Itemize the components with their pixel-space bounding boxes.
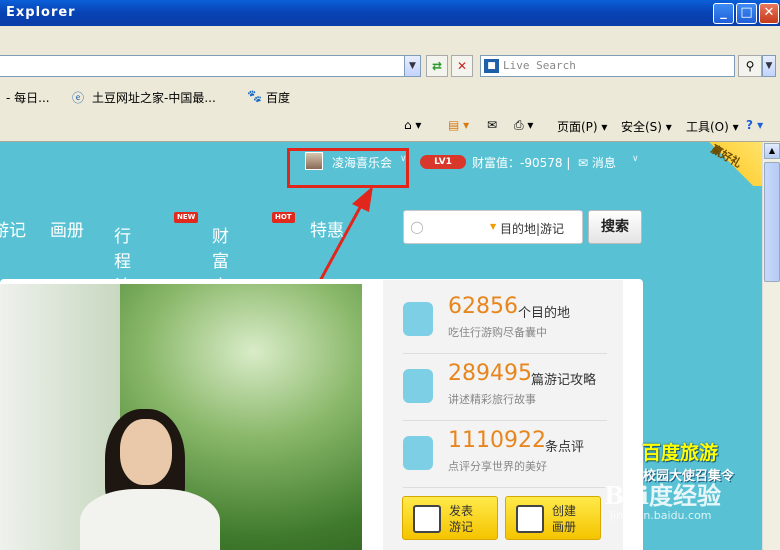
main-nav: 游记 画册 行程计划NEW 财富商城HOT 特惠 — [0, 210, 400, 322]
stat-travelogues[interactable]: 289495 篇游记攻略 讲述精彩旅行故事 — [403, 361, 607, 421]
baidu-paw-icon: 🐾 — [247, 89, 262, 103]
user-nav: 凌海喜乐会 ∨ LV1 财富值：-90578 | ✉ 消息 ∨ — [0, 142, 762, 188]
nav-item-album[interactable]: 画册 — [50, 216, 84, 241]
vertical-scrollbar[interactable]: ▲ — [762, 142, 780, 550]
search-go-icon[interactable]: ⚲ — [738, 55, 762, 77]
maximize-button[interactable]: □ — [736, 3, 757, 24]
create-album-button[interactable]: 创建 画册 — [505, 496, 601, 540]
new-badge: NEW — [174, 212, 199, 223]
safety-menu[interactable]: 安全(S) ▾ — [621, 118, 672, 135]
favorite-link[interactable]: 土豆网址之家-中国最... — [92, 89, 216, 106]
stat-sub: 吃住行游购尽备囊中 — [448, 326, 547, 339]
address-dropdown-icon[interactable]: ▼ — [404, 55, 421, 77]
home-icon[interactable]: ⌂ ▾ — [404, 118, 421, 132]
favorite-link[interactable]: 百度 — [266, 89, 290, 106]
web-page: 赢好礼 凌海喜乐会 ∨ LV1 财富值：-90578 | ✉ 消息 ∨ 游记 画… — [0, 142, 762, 550]
stat-unit: 篇游记攻略 — [531, 373, 597, 388]
search-button[interactable]: 搜索 — [588, 210, 642, 244]
wealth-text: 财富值：-90578 | — [472, 156, 571, 170]
live-search-placeholder: Live Search — [503, 59, 576, 72]
watermark-url: jingyan.baidu.com — [610, 509, 712, 522]
scroll-thumb[interactable] — [764, 162, 780, 282]
tools-menu[interactable]: 工具(O) ▾ — [686, 118, 739, 135]
search-scope-select[interactable]: 目的地|游记 — [500, 220, 564, 237]
stat-unit: 条点评 — [545, 440, 585, 455]
favorite-link[interactable]: - 每日... — [6, 89, 50, 106]
post-travelogue-button[interactable]: 发表 游记 — [402, 496, 498, 540]
comment-icon — [403, 436, 433, 470]
create-album-label: 创建 画册 — [552, 504, 577, 534]
chevron-down-icon[interactable]: ▼ — [490, 222, 496, 231]
stat-unit: 个目的地 — [518, 306, 571, 321]
stat-number: 62856 — [448, 294, 518, 319]
search-options-icon[interactable]: ▼ — [762, 55, 776, 77]
stat-number: 289495 — [448, 361, 532, 386]
page-menu[interactable]: 页面(P) ▾ — [557, 118, 607, 135]
tools-menu-label: 工具(O) — [686, 120, 729, 134]
hot-badge: HOT — [272, 212, 295, 223]
messages-label: 消息 — [591, 156, 616, 170]
messages-link[interactable]: ✉ 消息 — [578, 154, 616, 171]
search-icon: ○ — [410, 217, 424, 236]
stat-reviews[interactable]: 1110922 条点评 点评分享世界的美好 — [403, 428, 607, 488]
post-travelogue-label: 发表 游记 — [449, 504, 474, 534]
stat-destinations[interactable]: 62856 个目的地 吃住行游购尽备囊中 — [403, 294, 607, 354]
live-search-input[interactable]: ■ Live Search — [480, 55, 735, 77]
site-search-input[interactable]: ○ ▼ 目的地|游记 — [403, 210, 583, 244]
stop-icon[interactable]: ✕ — [451, 55, 473, 77]
ie-page-icon: ⓔ — [72, 91, 85, 105]
safety-menu-label: 安全(S) — [621, 120, 662, 134]
command-bar: ⌂ ▾ ▤ ▾ ✉ ⎙ ▾ 页面(P) ▾ 安全(S) ▾ 工具(O) ▾ ? … — [0, 110, 780, 142]
stat-number: 1110922 — [448, 428, 546, 453]
refresh-icon[interactable]: ⇄ — [426, 55, 448, 77]
hero-photo[interactable] — [0, 284, 362, 550]
watermark-logo: Bai度经验 — [604, 481, 721, 510]
live-search-logo-icon: ■ — [484, 59, 499, 73]
address-input[interactable] — [0, 55, 406, 77]
window-title: Explorer — [6, 5, 76, 20]
page-menu-label: 页面(P) — [557, 120, 598, 134]
window-titlebar: Explorer _ □ ✕ — [0, 0, 780, 26]
stat-sub: 点评分享世界的美好 — [448, 460, 547, 473]
album-icon — [516, 505, 544, 533]
pen-icon — [413, 505, 441, 533]
minimize-button[interactable]: _ — [713, 3, 734, 24]
scroll-up-icon[interactable]: ▲ — [764, 143, 780, 159]
book-icon — [403, 369, 433, 403]
print-icon[interactable]: ⎙ ▾ — [514, 118, 533, 133]
photo-face — [120, 419, 172, 485]
nav-item-travelogue[interactable]: 游记 — [0, 216, 26, 241]
level-badge: LV1 — [420, 155, 466, 169]
level-label: LV1 — [434, 157, 452, 167]
mail-icon[interactable]: ✉ — [487, 118, 497, 132]
favorites-bar: - 每日... ⓔ 土豆网址之家-中国最... 🐾 百度 — [0, 84, 780, 110]
footprint-icon — [403, 302, 433, 336]
address-bar-row: ▼ ⇄ ✕ ■ Live Search ⚲ ▼ — [0, 50, 780, 82]
stat-sub: 讲述精彩旅行故事 — [448, 393, 536, 406]
photo-body — [80, 489, 220, 550]
nav-item-deals[interactable]: 特惠 — [310, 216, 344, 241]
chevron-down-icon[interactable]: ∨ — [632, 154, 639, 164]
feeds-icon[interactable]: ▤ ▾ — [448, 118, 469, 132]
promo-title[interactable]: 百度旅游 — [642, 438, 718, 465]
help-icon[interactable]: ? ▾ — [746, 118, 763, 132]
close-button[interactable]: ✕ — [759, 3, 779, 24]
